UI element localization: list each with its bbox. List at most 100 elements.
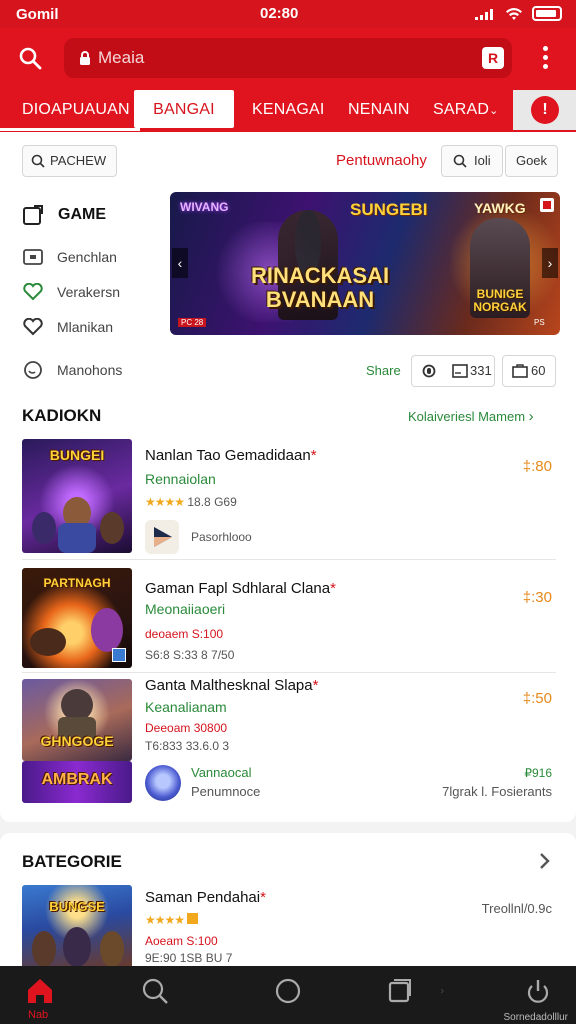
chevron-right-icon[interactable]: › [542,248,558,278]
play-icon [154,527,172,547]
game-title[interactable]: Nanlan Tao Gemadidaan* [145,447,317,464]
filter-chip-pachew[interactable]: PACHEW [22,145,117,177]
banner-tag: PS [534,318,545,327]
tab-nenain[interactable]: NENAIN [348,90,410,130]
heart-icon [22,281,44,303]
banner-subtitle-line: NORGAK [473,300,527,314]
image-icon [452,364,468,378]
list-item[interactable]: GHNGOGE AMBRAK Ganta Malthesknal Slapa* … [0,673,576,813]
search-input[interactable] [98,46,398,70]
featured-banner[interactable]: WIVANG SUNGEBI YAWKG RINACKASAI BVANAAN … [170,192,560,335]
more-menu-icon[interactable] [540,46,550,72]
home-circle-icon[interactable] [273,976,303,1006]
app-header: R [0,28,576,90]
game-thumbnail-secondary[interactable]: AMBRAK [22,761,132,803]
chevron-right-icon[interactable] [538,851,552,871]
gift-icon[interactable] [540,198,554,212]
list-item[interactable]: BUNGEI Nanlan Tao Gemadidaan* Rennaiolan… [0,438,576,560]
game-offer: Deeoam 30800 [145,721,228,735]
notification-badge: ! [531,96,559,124]
game-price[interactable]: ‡:30 [523,589,552,606]
section-title: BATEGORIE [22,852,122,871]
publisher-logo[interactable] [145,765,181,801]
game-price[interactable]: ‡:50 [523,690,552,707]
share-label[interactable]: Share [366,363,401,378]
share-stats-chip[interactable]: 331 [411,355,495,387]
clock: 02:80 [260,5,299,22]
search-bar[interactable]: R [64,38,512,78]
sidebar-item-label: Verakersn [57,284,121,300]
sidebar-item-verakersn[interactable]: Verakersn [22,281,120,303]
sidebar-item-mlanikan[interactable]: Mlanikan [22,316,113,338]
game-developer[interactable]: Meonaiiaoeri [145,601,225,617]
see-more-link[interactable]: Kolaiveriesl Mamem › [408,408,534,425]
game-title-text: Gaman Fapl Sdhlaral Clana [145,580,331,597]
game-logo: PARTNAGH [43,576,111,590]
banner-logo: YAWKG [474,200,526,216]
sidebar-item-manohons[interactable]: Manohons [22,359,122,381]
publisher-name[interactable]: Penumnoce [191,784,260,799]
nav-home-label[interactable]: Nab [28,1009,48,1021]
game-stats: S6:8 S:33 8 7/50 [145,648,235,662]
tab-dioapuauan[interactable]: DIOAPUAUAN [0,90,140,131]
game-title[interactable]: Saman Pendahai* [145,889,266,906]
sidebar-item-label: Mlanikan [57,319,114,335]
filter-chip-label: Ioli [474,153,491,168]
sidebar-title[interactable]: GAME [22,204,106,226]
game-developer[interactable]: Rennaiolan [145,471,216,487]
banner-tag: PC 28 [178,318,207,327]
tab-kenagai[interactable]: KENAGAI [252,90,325,130]
game-developer[interactable]: Keanalianam [145,699,227,715]
game-thumbnail[interactable]: GHNGOGE [22,679,132,761]
recents-icon[interactable] [385,976,415,1006]
profile-avatar[interactable]: ! [513,90,576,130]
heart-outline-icon [22,316,44,338]
search-icon[interactable] [18,46,42,70]
game-title[interactable]: Ganta Malthesknal Slapa* [145,677,318,694]
filter-chip-label: PACHEW [50,153,107,168]
asterisk-icon: * [330,580,336,597]
publisher-name[interactable]: Pasorhlooo [191,530,252,544]
list-item[interactable]: PARTNAGH Gaman Fapl Sdhlaral Clana* Meon… [0,560,576,673]
folder-icon [22,246,44,268]
game-price[interactable]: ‡:80 [523,458,552,475]
game-thumbnail[interactable]: BUNGEI [22,439,132,553]
sidebar-item-genchlan[interactable]: Genchlan [22,246,117,268]
power-icon[interactable] [523,976,553,1006]
battery-icon [532,6,562,21]
publisher-logo[interactable] [145,520,179,554]
publisher-dev[interactable]: Vannaocal [191,765,251,780]
asterisk-icon: * [312,677,319,694]
game-logo: BUNGSE [49,899,105,914]
banner-title-line: BVANAAN [265,287,375,312]
banner-subtitle: BUNIGE NORGAK [460,288,540,314]
filter-chip-goek[interactable]: Goek [505,145,558,177]
share-save-chip[interactable]: 60 [502,355,556,387]
category-tabs: DIOAPUAUAN BANGAI KENAGAI NENAIN SARAD⌄ … [0,90,576,132]
badge-icon [112,648,126,662]
game-title[interactable]: Gaman Fapl Sdhlaral Clana* [145,580,336,597]
star-rating-icon: ★★★★ [145,913,185,927]
game-thumbnail[interactable]: PARTNAGH [22,568,132,668]
main-panel: PACHEW Pentuwnaohy Ioli Goek GAME Genchl… [0,132,576,822]
see-more-label: Kolaiveriesl Mamem [408,409,526,424]
banner-title: RINACKASAI BVANAAN [240,264,400,312]
search-icon[interactable] [140,976,170,1006]
tab-sarad[interactable]: SARAD⌄ [433,90,499,130]
chevron-left-icon[interactable]: ‹ [172,248,188,278]
filter-chip-ioli[interactable]: Ioli [441,145,503,177]
share-count: 331 [470,363,492,378]
qr-scan-icon[interactable]: R [482,47,504,69]
share-count: 60 [531,363,546,378]
game-logo: AMBRAK [41,771,113,788]
tab-bangai[interactable]: BANGAI [134,90,234,128]
promo-link[interactable]: Pentuwnaohy [336,152,427,169]
game-rating: ★★★★ [145,913,199,927]
badge-icon [187,913,199,924]
save-icon [512,364,528,378]
game-stats: 9E:90 1SB BU 7 [145,951,233,965]
game-thumbnail[interactable]: BUNGSE [22,885,132,968]
home-icon[interactable] [25,976,55,1006]
status-bar: Gomil 02:80 [0,0,576,28]
chevron-down-icon: ⌄ [489,105,499,117]
